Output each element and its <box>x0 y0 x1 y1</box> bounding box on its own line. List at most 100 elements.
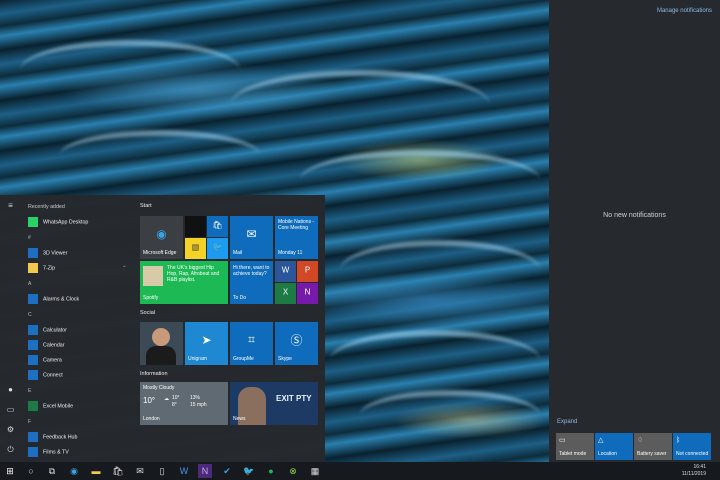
tile-powerpoint[interactable]: P <box>297 261 318 282</box>
app-label: Films & TV <box>43 449 69 456</box>
clock-time: 16:41 <box>693 464 706 470</box>
app-item-whatsapp[interactable]: WhatsApp Desktop <box>28 217 88 227</box>
tile-groupme[interactable]: ⌗ GroupMe <box>230 322 273 365</box>
task-view-icon[interactable]: ⧉ <box>45 464 59 478</box>
tile-unigram[interactable]: ➤ Unigram <box>185 322 228 365</box>
expand-link[interactable]: Expand <box>557 419 577 425</box>
onenote-icon[interactable]: N <box>198 464 212 478</box>
app-item-excel[interactable]: Excel Mobile <box>28 401 73 411</box>
app-item-7zip[interactable]: 7-Zip <box>28 263 55 273</box>
quick-action-label: Battery saver <box>637 451 667 457</box>
tile-microsoft-edge[interactable]: ◉ Microsoft Edge <box>140 216 183 259</box>
app-item-calendar[interactable]: Calendar <box>28 340 65 350</box>
clock[interactable]: 16:41 11/11/2019 <box>682 464 706 478</box>
weather-low: 8° <box>172 402 177 408</box>
todo-icon[interactable]: ✔ <box>220 464 234 478</box>
chevron-down-icon[interactable]: ⌄ <box>122 263 126 269</box>
app-item-feedback-hub[interactable]: Feedback Hub <box>28 432 77 442</box>
quick-action-label: Not connected <box>676 451 709 457</box>
tile-label: Unigram <box>188 356 207 362</box>
user-icon[interactable]: ● <box>5 385 16 396</box>
tile-weather[interactable]: Mostly Cloudy 10° ☁ 10° 8° 13% 15 mph Lo… <box>140 382 228 425</box>
app-label: Feedback Hub <box>43 434 78 441</box>
battery-saver-toggle[interactable]: ♢ Battery saver <box>634 433 672 460</box>
tile-calendar[interactable]: Mobile Nations - Core Meeting Monday 11 <box>275 216 318 259</box>
powerpoint-icon: P <box>304 265 311 275</box>
phone-icon[interactable]: ▯ <box>155 464 169 478</box>
tile-mail[interactable]: ✉ Mail <box>230 216 273 259</box>
app-item-camera[interactable]: Camera <box>28 355 62 365</box>
store-icon: 🛍 <box>212 220 223 230</box>
app-item-calculator[interactable]: Calculator <box>28 325 67 335</box>
group-header-information: Information <box>140 371 168 377</box>
letter-header-hash[interactable]: # <box>28 235 31 241</box>
letter-header-f[interactable]: F <box>28 419 31 425</box>
search-icon[interactable]: ○ <box>24 464 38 478</box>
tile-label: Mail <box>233 250 243 256</box>
app-label: Excel Mobile <box>43 403 74 410</box>
tile-excel[interactable]: X <box>275 283 296 304</box>
tile-sticky-notes[interactable]: ▤ <box>185 238 206 259</box>
app-item-films-tv[interactable]: Films & TV <box>28 447 69 457</box>
app-item-3d-viewer[interactable]: 3D Viewer <box>28 248 67 258</box>
cloud-icon: ☁ <box>164 396 169 402</box>
connect-icon <box>28 370 38 380</box>
settings-gear-icon[interactable]: ⚙ <box>5 425 16 436</box>
group-header-social: Social <box>140 310 155 316</box>
location-toggle[interactable]: △ Location <box>595 433 633 460</box>
tile-twitter[interactable]: 🐦 <box>207 238 228 259</box>
tile-label: Spotify <box>143 295 159 301</box>
mail-icon[interactable]: ✉ <box>133 464 147 478</box>
tile-label: Skype <box>278 356 292 362</box>
letter-header-e[interactable]: E <box>28 388 31 394</box>
letter-header-c[interactable]: C <box>28 312 32 318</box>
app-label: Connect <box>43 372 63 379</box>
word-icon[interactable]: W <box>177 464 191 478</box>
xbox-icon[interactable]: ⊗ <box>286 464 300 478</box>
tile-store[interactable]: 🛍 <box>207 216 228 237</box>
documents-icon[interactable]: ▭ <box>5 405 16 416</box>
tile-word[interactable]: W <box>275 261 296 282</box>
tile-label: GroupMe <box>233 356 254 362</box>
bluetooth-toggle[interactable]: ᛒ Not connected <box>673 433 711 460</box>
groupme-icon: ⌗ <box>248 332 255 347</box>
app-item-connect[interactable]: Connect <box>28 370 63 380</box>
camera-icon <box>28 355 38 365</box>
tile-onenote[interactable]: N <box>297 283 318 304</box>
folder-icon[interactable]: ▬ <box>89 464 103 478</box>
spotify-icon[interactable]: ● <box>264 464 278 478</box>
app-item-alarms[interactable]: Alarms & Clock <box>28 294 79 304</box>
letter-header-a[interactable]: A <box>28 281 31 287</box>
tile-label: News <box>233 416 246 422</box>
film-icon <box>28 447 38 457</box>
edge-icon[interactable]: ◉ <box>67 464 81 478</box>
twitter-icon[interactable]: 🐦 <box>242 464 256 478</box>
tile-spotify[interactable]: The UK's biggest Hip Hop, Rap, Afrobeat … <box>140 261 228 304</box>
news-headline-banner: EXIT PTY <box>276 394 312 403</box>
tile-small-dark[interactable] <box>185 216 206 237</box>
app-label: Calendar <box>43 342 65 349</box>
tablet-mode-toggle[interactable]: ▭ Tablet mode <box>556 433 594 460</box>
edge-icon: ◉ <box>156 227 167 242</box>
tile-people-photo[interactable] <box>140 322 183 365</box>
todo-message: Hi there, want to achieve today? <box>233 265 270 277</box>
app-list: Recently added WhatsApp Desktop # 3D Vie… <box>22 195 134 462</box>
spotify-playlist-text: The UK's biggest Hip Hop, Rap, Afrobeat … <box>167 265 220 283</box>
app-label: WhatsApp Desktop <box>43 219 89 226</box>
tile-todo[interactable]: Hi there, want to achieve today? To Do <box>230 261 273 304</box>
excel-icon <box>28 401 38 411</box>
calendar-icon[interactable]: ▦ <box>308 464 322 478</box>
power-icon[interactable]: ⏻ <box>5 445 16 456</box>
tile-label: Microsoft Edge <box>143 250 177 256</box>
tile-skype[interactable]: Ⓢ Skype <box>275 322 318 365</box>
skype-icon: Ⓢ <box>290 333 303 348</box>
tiles-area: Start ◉ Microsoft Edge 🛍 ▤ 🐦 ✉ Mail Mobi… <box>139 195 325 462</box>
tile-news[interactable]: EXIT PTY News <box>230 382 318 425</box>
hamburger-menu-icon[interactable]: ≡ <box>5 201 16 212</box>
action-center: Manage notifications No new notification… <box>549 0 720 462</box>
feedback-icon <box>28 432 38 442</box>
manage-notifications-link[interactable]: Manage notifications <box>657 8 712 14</box>
windows-icon[interactable]: ⊞ <box>3 464 17 478</box>
store-icon[interactable]: 🛍 <box>111 464 125 478</box>
twitter-icon: 🐦 <box>212 242 223 252</box>
